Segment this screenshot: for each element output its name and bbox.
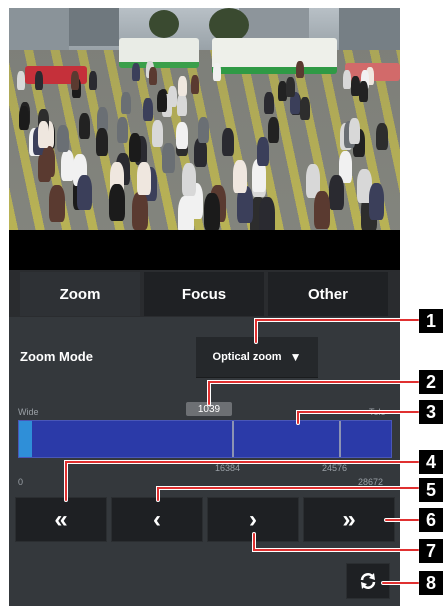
building bbox=[9, 8, 69, 50]
pedestrian bbox=[71, 71, 79, 90]
scale-max-label: 28672 bbox=[358, 477, 384, 487]
tele-button[interactable]: › bbox=[207, 497, 299, 542]
callout-2: 2 bbox=[419, 370, 443, 394]
pedestrian bbox=[77, 175, 92, 210]
pedestrian bbox=[257, 137, 269, 166]
pedestrian bbox=[132, 63, 140, 81]
zoom-mode-dropdown[interactable]: Optical zoom ▼ bbox=[196, 337, 318, 378]
pedestrian bbox=[359, 81, 368, 102]
pedestrian bbox=[96, 128, 108, 156]
pedestrian bbox=[286, 77, 295, 97]
building bbox=[339, 8, 400, 52]
building bbox=[69, 8, 119, 46]
wide-button[interactable]: ‹ bbox=[111, 497, 203, 542]
chevron-right-icon: › bbox=[249, 505, 257, 533]
pedestrian bbox=[191, 75, 199, 94]
pedestrian bbox=[129, 133, 141, 162]
scale-mark1-label: 16384 bbox=[215, 463, 241, 473]
pedestrian bbox=[213, 63, 221, 81]
callout-7: 7 bbox=[419, 539, 443, 563]
zoom-mode-value: Optical zoom bbox=[212, 351, 282, 363]
pedestrian bbox=[89, 71, 97, 90]
pedestrian bbox=[314, 191, 330, 229]
pedestrian bbox=[222, 128, 234, 156]
pedestrian bbox=[198, 117, 209, 143]
pedestrian bbox=[296, 61, 304, 78]
pedestrian bbox=[42, 146, 55, 177]
pedestrian bbox=[57, 125, 69, 152]
tree bbox=[149, 10, 179, 38]
pedestrian bbox=[137, 162, 151, 195]
wide-label: Wide bbox=[18, 407, 39, 417]
pedestrian bbox=[152, 120, 163, 147]
pedestrian bbox=[178, 76, 187, 96]
zoom-level-indicator bbox=[19, 421, 32, 457]
pedestrian bbox=[49, 185, 65, 222]
tab-focus[interactable]: Focus bbox=[144, 272, 264, 316]
double-chevron-right-icon: » bbox=[342, 505, 356, 533]
tele-label: Tele bbox=[369, 407, 386, 417]
zoom-tick-16384 bbox=[232, 421, 234, 457]
callout-6: 6 bbox=[419, 508, 443, 532]
pedestrian bbox=[117, 117, 128, 143]
pedestrian bbox=[132, 192, 148, 230]
pedestrian bbox=[300, 97, 310, 120]
pedestrian bbox=[349, 118, 360, 144]
pedestrian bbox=[38, 121, 49, 148]
refresh-icon bbox=[360, 573, 376, 589]
tab-zoom[interactable]: Zoom bbox=[20, 272, 140, 316]
pedestrian bbox=[157, 90, 167, 112]
callout-3: 3 bbox=[419, 400, 443, 424]
pedestrian bbox=[109, 184, 125, 221]
bus bbox=[212, 38, 337, 74]
pedestrian bbox=[343, 70, 351, 89]
pedestrian bbox=[79, 113, 90, 139]
tab-bar: Zoom Focus Other bbox=[9, 270, 400, 317]
fast-tele-button[interactable]: » bbox=[303, 497, 395, 542]
refresh-button[interactable] bbox=[346, 563, 390, 599]
bus bbox=[119, 38, 199, 68]
callout-4: 4 bbox=[419, 450, 443, 474]
scale-mark2-label: 24576 bbox=[322, 463, 348, 473]
zoom-mode-label: Zoom Mode bbox=[20, 349, 93, 364]
camera-live-view bbox=[9, 8, 400, 230]
pedestrian bbox=[121, 92, 131, 114]
callout-8: 8 bbox=[419, 571, 443, 595]
tree bbox=[209, 8, 249, 42]
video-bottom-band bbox=[9, 230, 400, 270]
pedestrian bbox=[259, 197, 275, 230]
scale-min-label: 0 bbox=[18, 477, 24, 487]
zoom-position-bar[interactable] bbox=[18, 420, 392, 458]
pedestrian bbox=[143, 98, 153, 121]
pedestrian bbox=[264, 92, 274, 114]
chevron-left-icon: ‹ bbox=[153, 505, 161, 533]
pedestrian bbox=[369, 183, 384, 220]
pedestrian bbox=[376, 123, 388, 150]
pedestrian bbox=[268, 117, 279, 143]
pedestrian bbox=[182, 163, 196, 196]
pedestrian bbox=[162, 143, 175, 173]
triangle-down-icon: ▼ bbox=[289, 350, 302, 364]
fast-wide-button[interactable]: « bbox=[15, 497, 107, 542]
callout-1: 1 bbox=[419, 309, 443, 333]
pedestrian bbox=[233, 160, 247, 193]
pedestrian bbox=[177, 94, 187, 116]
pedestrian bbox=[329, 175, 344, 210]
pedestrian bbox=[17, 71, 25, 90]
pedestrian bbox=[149, 67, 157, 85]
tab-other[interactable]: Other bbox=[268, 272, 388, 316]
pedestrian bbox=[35, 71, 43, 90]
zoom-value-badge: 1039 bbox=[186, 402, 232, 416]
pedestrian bbox=[176, 122, 188, 149]
zoom-tick-24576 bbox=[339, 421, 341, 457]
callout-5: 5 bbox=[419, 478, 443, 502]
double-chevron-left-icon: « bbox=[54, 505, 68, 533]
pedestrian bbox=[204, 193, 220, 230]
pedestrian bbox=[19, 106, 29, 130]
